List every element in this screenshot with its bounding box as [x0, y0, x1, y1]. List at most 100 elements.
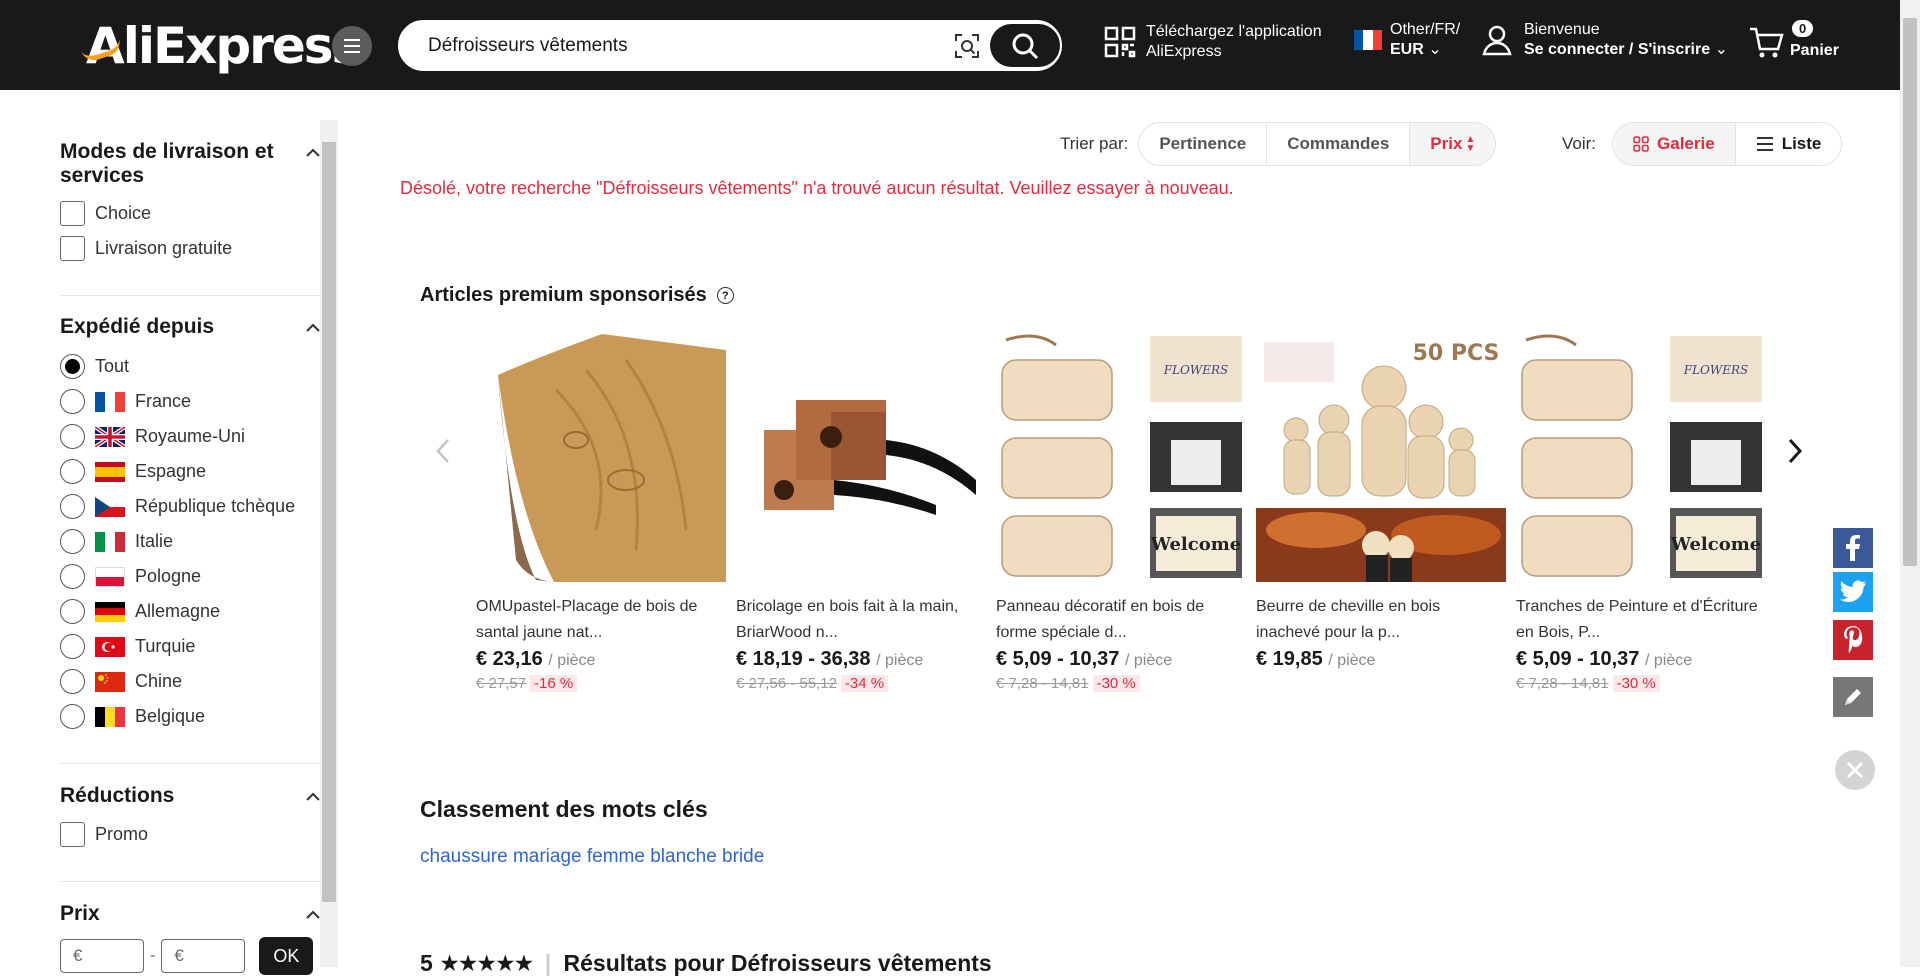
radio[interactable] [60, 459, 85, 484]
help-icon[interactable]: ? [716, 287, 734, 304]
category-menu-button[interactable] [332, 26, 372, 66]
cart-count-badge: 0 [1792, 20, 1814, 37]
view-gallery[interactable]: Galerie [1613, 123, 1736, 165]
radio-selected[interactable] [60, 354, 85, 379]
shipfrom-belgium-radio[interactable]: Belgique [60, 704, 205, 729]
close-share-button[interactable] [1835, 750, 1875, 790]
search-input[interactable] [428, 22, 928, 69]
account-menu[interactable]: Bienvenue Se connecter / S'inscrire ⌄ [1482, 20, 1728, 60]
edit-share-button[interactable] [1833, 677, 1873, 717]
checkbox[interactable] [60, 236, 85, 261]
shipfrom-italy-radio[interactable]: Italie [60, 529, 173, 554]
checkbox[interactable] [60, 201, 85, 226]
product-card[interactable]: Bricolage en bois fait à la main, BriarW… [736, 330, 986, 692]
radio[interactable] [60, 564, 85, 589]
price-min-input[interactable]: € [60, 939, 144, 973]
sort-price[interactable]: Prix ▲ ▼ [1410, 123, 1496, 165]
shipfrom-all-radio[interactable]: Tout [60, 354, 129, 379]
shipfrom-germany-radio[interactable]: Allemagne [60, 599, 220, 624]
product-title[interactable]: OMUpastel-Placage de bois de santal jaun… [476, 594, 726, 646]
search-icon [1012, 33, 1039, 59]
page-scroll-thumb[interactable] [1903, 18, 1917, 566]
logo-text: AliExpress [86, 17, 361, 75]
pinterest-share-button[interactable] [1833, 620, 1873, 660]
checkbox[interactable] [60, 822, 85, 847]
sort-orders[interactable]: Commandes [1267, 123, 1411, 165]
price-unit: / pièce [876, 652, 924, 669]
product-original-price: € 7,28 - 14,81 -30 % [996, 675, 1246, 692]
results-text: Résultats pour Défroisseurs vêtements [563, 950, 992, 976]
wood-signs-image: FLOWERS Welcome [996, 330, 1246, 582]
product-title[interactable]: Tranches de Peinture et d'Écriture en Bo… [1516, 594, 1766, 646]
product-image[interactable] [736, 330, 986, 582]
radio[interactable] [60, 704, 85, 729]
view-list[interactable]: Liste [1736, 123, 1842, 165]
radio[interactable] [60, 494, 85, 519]
product-card[interactable]: FLOWERS Welcome Panneau décoratif en boi… [996, 330, 1246, 692]
filter-choice-checkbox[interactable]: Choice [60, 201, 151, 226]
price-ok-button[interactable]: OK [259, 937, 314, 975]
product-image[interactable] [476, 330, 726, 582]
filter-option-label: Choice [95, 203, 152, 223]
sort-relevance[interactable]: Pertinence [1139, 123, 1268, 165]
shipfrom-uk-radio[interactable]: Royaume-Uni [60, 424, 245, 449]
shipfrom-china-radio[interactable]: Chine [60, 669, 182, 694]
aliexpress-logo[interactable]: AliExpress [80, 17, 361, 75]
download-app-link[interactable]: Téléchargez l'application AliExpress [1104, 22, 1322, 62]
image-search-icon[interactable] [953, 32, 981, 60]
sort-label: Trier par: [1060, 134, 1129, 153]
filter-discount-title: Réductions [60, 784, 175, 807]
view-options: Galerie Liste [1612, 122, 1843, 166]
radio[interactable] [60, 599, 85, 624]
product-image[interactable]: FLOWERS Welcome [1516, 330, 1766, 582]
price-value: € 19,85 [1256, 648, 1323, 670]
chevron-up-icon[interactable] [306, 323, 320, 333]
sidebar-scroll-thumb[interactable] [322, 142, 336, 902]
signin-link[interactable]: Se connecter / S'inscrire [1524, 41, 1710, 58]
radio[interactable] [60, 424, 85, 449]
chevron-up-icon[interactable] [306, 910, 320, 920]
carousel-next-icon[interactable] [1784, 436, 1804, 466]
filter-promo-checkbox[interactable]: Promo [60, 822, 148, 847]
product-title[interactable]: Beurre de cheville en bois inachevé pour… [1256, 594, 1506, 646]
language-currency-selector[interactable]: Other/FR/ EUR ⌄ [1354, 20, 1460, 60]
radio[interactable] [60, 389, 85, 414]
peg-dolls-image: 50 PCS [1256, 330, 1506, 582]
lang-line1: Other/FR/ [1390, 21, 1461, 38]
radio[interactable] [60, 529, 85, 554]
carousel-prev-icon[interactable] [434, 436, 454, 466]
product-card[interactable]: 50 PCS Beurre de cheville en bois inache… [1256, 330, 1506, 671]
filter-option-label: Allemagne [135, 601, 221, 621]
filter-free-shipping-checkbox[interactable]: Livraison gratuite [60, 236, 232, 261]
shipfrom-poland-radio[interactable]: Pologne [60, 564, 201, 589]
twitter-share-button[interactable] [1833, 572, 1873, 612]
search-button[interactable] [990, 24, 1060, 67]
product-image[interactable]: 50 PCS [1256, 330, 1506, 582]
product-title[interactable]: Bricolage en bois fait à la main, BriarW… [736, 594, 986, 646]
shipfrom-france-radio[interactable]: France [60, 389, 191, 414]
radio[interactable] [60, 634, 85, 659]
user-icon [1482, 25, 1512, 56]
premium-title-text: Articles premium sponsorisés [420, 284, 707, 306]
chevron-up-icon[interactable] [306, 792, 320, 802]
pipe-blocks-image [736, 330, 986, 582]
top-header: AliExpress Téléchargez l'application Ali… [0, 0, 1900, 90]
product-card[interactable]: FLOWERS Welcome Tranches de Peinture et … [1516, 330, 1766, 692]
facebook-share-button[interactable] [1833, 528, 1873, 568]
product-title[interactable]: Panneau décoratif en bois de forme spéci… [996, 594, 1246, 646]
product-card[interactable]: OMUpastel-Placage de bois de santal jaun… [476, 330, 726, 692]
shipfrom-spain-radio[interactable]: Espagne [60, 459, 206, 484]
keyword-link[interactable]: chaussure mariage femme blanche bride [420, 846, 764, 868]
price-unit: / pièce [1125, 652, 1173, 669]
chevron-up-icon[interactable] [306, 148, 320, 158]
divider [60, 881, 320, 882]
radio[interactable] [60, 669, 85, 694]
product-image[interactable]: FLOWERS Welcome [996, 330, 1246, 582]
product-price: € 5,09 - 10,37 / pièce [1516, 648, 1766, 671]
pencil-icon [1845, 689, 1861, 705]
shipfrom-czech-radio[interactable]: République tchèque [60, 494, 295, 519]
qr-code-icon [1104, 26, 1136, 58]
shipfrom-turkey-radio[interactable]: Turquie [60, 634, 195, 659]
price-max-input[interactable]: € [161, 939, 246, 973]
cart-button[interactable]: 0 Panier [1748, 18, 1848, 68]
